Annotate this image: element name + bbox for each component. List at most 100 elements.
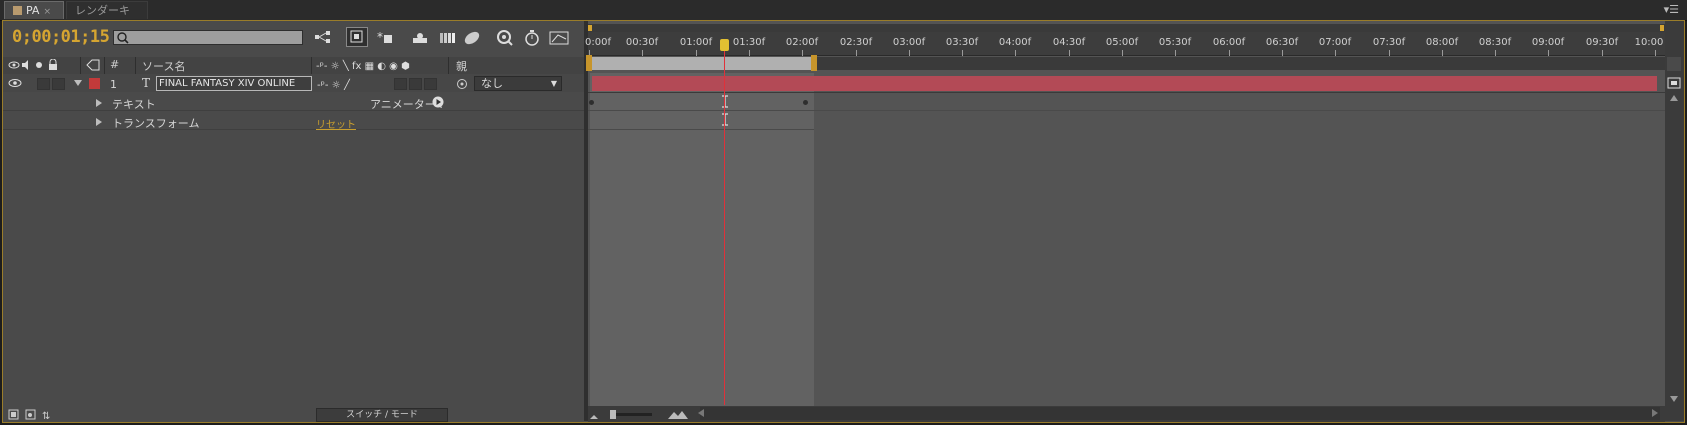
layer-switch-box[interactable] [394,78,407,90]
scroll-down-arrow-icon[interactable] [1670,396,1678,402]
comp-panel-icon[interactable] [1667,76,1681,90]
ruler-tick [1335,50,1336,56]
column-divider [80,57,81,74]
chevron-down-icon: ▼ [550,79,557,88]
expand-text-triangle-icon[interactable] [96,99,102,107]
time-navigator-end-handle[interactable] [1660,25,1664,31]
column-divider [311,57,312,74]
toggle-switches-modes-button[interactable]: スイッチ / モード [316,408,448,422]
ruler-time-label: 01:00f [679,37,713,48]
column-divider [104,57,105,74]
property-group-transform[interactable]: トランスフォーム [112,115,199,131]
zoom-slider[interactable] [588,408,698,421]
draft-3d-icon [350,30,363,43]
column-header-source-name[interactable]: ソース名 [142,58,185,74]
layer-switch-box[interactable] [424,78,437,90]
layer-number: 1 [110,78,117,91]
property-group-text[interactable]: テキスト [112,96,156,112]
draft-3d-button[interactable] [346,27,368,47]
expand-transform-triangle-icon[interactable] [96,118,102,126]
tab-render-queue[interactable]: レンダーキュー [66,1,148,35]
composition-icon [13,6,22,15]
ruler-tick [1495,50,1496,56]
ruler-tick [696,50,697,56]
layer-duration-bar[interactable] [592,76,1657,91]
ruler-time-label: 07:00f [1318,37,1352,48]
i-beam-markers [722,95,728,126]
svg-text:*: * [377,30,383,44]
bottom-toggle-icons[interactable]: ⇅ [8,408,56,421]
svg-text:-ᵖ- ☼ ╱: -ᵖ- ☼ ╱ [317,78,351,90]
scroll-up-arrow-icon[interactable] [1670,95,1678,101]
ruler-time-label: 00:30f [625,37,659,48]
ruler-time-label: 08:00f [1425,37,1459,48]
transform-reset-link[interactable]: リセット [316,116,356,131]
parent-dropdown-value: なし [481,77,503,90]
layer-visibility-eye-icon[interactable] [8,78,22,88]
current-time-display[interactable]: 0;00;01;15 [12,27,110,47]
ruler-tick [1175,50,1176,56]
column-divider [135,57,136,74]
comp-button[interactable] [1667,57,1681,71]
ruler-tick [1015,50,1016,56]
tab-composition-pa[interactable]: PA × [4,1,64,19]
ruler-tick [1655,50,1656,56]
ruler-tick [1548,50,1549,56]
search-input[interactable] [113,30,303,45]
ruler-time-label: 06:30f [1265,37,1299,48]
tab-close-button[interactable]: × [43,7,51,17]
ruler-time-label: 09:30f [1585,37,1619,48]
keyframe-marker[interactable] [803,100,808,105]
auto-keyframe-icon[interactable] [496,29,514,46]
ruler-time-label: 05:00f [1105,37,1139,48]
layer-solo-toggle[interactable] [37,78,50,90]
ruler-tick [802,50,803,56]
row-divider [3,129,586,130]
switches-header-icons: -ᵖ- ☼ ╲ fx ▦ ◐ ◉ ⬢ [316,59,410,71]
work-area-end-handle[interactable] [811,55,817,71]
current-time-indicator-head[interactable] [720,39,729,51]
work-area-start-handle[interactable] [586,55,592,71]
ruler-tick [1442,50,1443,56]
column-header-number: # [110,58,120,71]
ruler-time-label: 02:30f [839,37,873,48]
work-area-bar[interactable] [590,57,814,70]
layer-switches-icons[interactable]: -ᵖ- ☼ ╱ [317,78,361,90]
brainstorm-icon[interactable] [463,29,481,46]
graph-editor-clock-icon[interactable] [523,29,541,46]
animator-menu-play-icon[interactable] [432,96,444,108]
expand-layer-triangle-icon[interactable] [74,80,82,86]
scroll-left-arrow-icon[interactable] [698,409,704,417]
frame-blending-icon[interactable] [411,29,429,46]
keyframe-marker[interactable] [589,100,594,105]
layer-lock-toggle[interactable] [52,78,65,90]
ruler-time-label: 08:30f [1478,37,1512,48]
parent-dropdown[interactable]: なし ▼ [474,76,562,91]
composition-duration-region [590,73,814,406]
motion-blur-icon[interactable] [438,29,456,46]
time-navigator-bar[interactable] [588,24,1665,32]
ruler-tick [1282,50,1283,56]
panel-menu-button[interactable]: ▾☰ [1664,3,1679,16]
hide-shy-layers-icon[interactable]: * [376,29,394,46]
layer-name-field[interactable]: FINAL FANTASY XIV ONLINE [156,76,312,91]
graph-editor-icon[interactable] [549,29,571,46]
current-time-indicator-line[interactable] [724,42,725,405]
parent-pickwhip-icon[interactable] [456,78,468,90]
ruler-time-label: 06:00f [1212,37,1246,48]
layer-switch-box[interactable] [409,78,422,90]
ruler-tick [642,50,643,56]
layer-label-color[interactable] [89,78,100,89]
scroll-right-arrow-icon[interactable] [1652,409,1658,417]
ruler-tick [856,50,857,56]
column-header-parent[interactable]: 親 [456,58,467,74]
time-navigator-start-handle[interactable] [588,25,592,31]
column-divider [448,57,449,74]
ruler-time-label: 01:30f [732,37,766,48]
text-layer-type-icon: T [142,76,151,90]
composition-mini-flowchart-icon[interactable] [314,29,332,46]
ruler-tick [1069,50,1070,56]
ruler-tick [1229,50,1230,56]
timeline-horizontal-scrollbar[interactable] [700,407,1660,420]
ruler-time-label: 04:30f [1052,37,1086,48]
